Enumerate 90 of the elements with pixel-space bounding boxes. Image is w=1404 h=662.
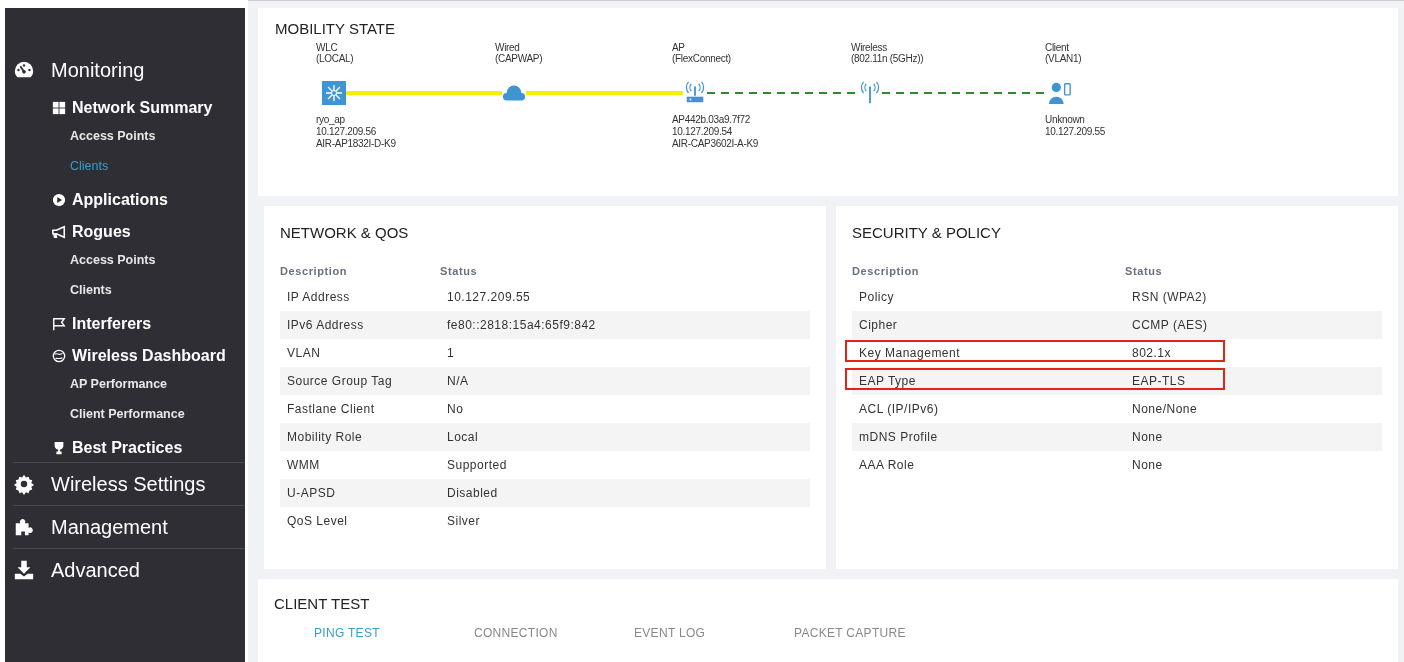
- table-cell-text: None/None: [1131, 402, 1198, 417]
- nav-link[interactable]: Access Points: [5, 122, 156, 152]
- table-cell-text: None: [1131, 430, 1163, 445]
- table-cell-text: 1: [446, 346, 455, 361]
- nav-label: Wireless Dashboard: [72, 347, 226, 365]
- table-cell-text: QoS Level: [286, 514, 348, 529]
- card-title: NETWORK & QOS: [280, 224, 410, 242]
- nav-label: Advanced: [51, 558, 140, 582]
- column-header: Status: [1125, 265, 1163, 278]
- table-cell-text: Silver: [446, 514, 480, 529]
- table-cell-text: Key Management: [858, 346, 961, 361]
- nav-item[interactable]: Management: [13, 505, 245, 548]
- nav-label: Best Practices: [72, 439, 183, 457]
- node-label: AP (FlexConnect): [672, 42, 731, 66]
- nav-link[interactable]: AP Performance: [5, 370, 168, 400]
- trophy-icon: [52, 441, 66, 455]
- tab[interactable]: CONNECTION: [474, 625, 634, 640]
- card-title: CLIENT TEST: [274, 594, 371, 612]
- table-cell-text: fe80::2818:15a4:65f9:842: [446, 318, 596, 333]
- table-cell-text: 802.1x: [1131, 346, 1172, 361]
- nav-link[interactable]: Client Performance: [5, 400, 185, 430]
- table-cell-text: CCMP (AES): [1131, 318, 1208, 333]
- nav-item[interactable]: Wireless Settings: [13, 462, 245, 505]
- puzzle-icon: [13, 516, 35, 538]
- nav-label: Interferers: [72, 315, 152, 333]
- flag-icon: [52, 317, 66, 331]
- nav-item[interactable]: Applications: [5, 186, 245, 214]
- node-label: Wired (CAPWAP): [495, 42, 543, 66]
- access-point-icon: [683, 81, 707, 105]
- table-cell-text: ACL (IP/IPv6): [858, 402, 939, 417]
- nav-label: Monitoring: [51, 58, 145, 82]
- node-label: Client (VLAN1): [1045, 42, 1082, 66]
- table-cell-text: No: [446, 402, 464, 417]
- column-header: Description: [852, 265, 920, 278]
- nav-item[interactable]: Wireless Dashboard: [5, 342, 245, 370]
- nav-item[interactable]: Monitoring: [5, 50, 245, 90]
- antenna-icon: [858, 81, 882, 105]
- nav-item[interactable]: Interferers: [5, 310, 245, 338]
- nav-link[interactable]: Access Points: [5, 246, 156, 276]
- nav-item[interactable]: Best Practices: [5, 434, 245, 462]
- node-label: WLC (LOCAL): [316, 42, 354, 66]
- megaphone-icon: [52, 225, 66, 239]
- table-cell-text: EAP-TLS: [1131, 374, 1186, 389]
- node-details: Unknown 10.127.209.55: [1045, 114, 1106, 138]
- card-title: SECURITY & POLICY: [852, 224, 1002, 242]
- user-device-icon: [1048, 81, 1072, 105]
- globe-icon: [52, 349, 66, 363]
- node-label: Wireless (802.11n (5GHz)): [851, 42, 924, 66]
- node-details: ryo_ap 10.127.209.56 AIR-AP1832I-D-K9: [316, 114, 396, 150]
- table-cell-text: U-APSD: [286, 486, 336, 501]
- nav-label: Applications: [72, 191, 168, 209]
- nav-label: Management: [51, 515, 168, 539]
- column-header: Status: [440, 265, 478, 278]
- table-cell-text: Fastlane Client: [286, 402, 375, 417]
- table-cell-text: IPv6 Address: [286, 318, 364, 333]
- card-title: MOBILITY STATE: [275, 20, 396, 37]
- nav-item[interactable]: Network Summary: [5, 94, 245, 122]
- table-cell-text: mDNS Profile: [858, 430, 938, 445]
- nav-label: Network Summary: [72, 99, 213, 117]
- play-icon: [52, 193, 66, 207]
- node-details: AP442b.03a9.7f72 10.127.209.54 AIR-CAP3602I-A-K9: [672, 114, 759, 150]
- nav-label: Rogues: [72, 223, 131, 241]
- table-cell-text: WMM: [286, 458, 320, 473]
- table-cell-text: N/A: [446, 374, 469, 389]
- table-cell-text: Supported: [446, 458, 507, 473]
- table-cell-text: RSN (WPA2): [1131, 290, 1207, 305]
- table-cell-text: Cipher: [858, 318, 898, 333]
- download-icon: [13, 559, 35, 581]
- table-cell-text: Disabled: [446, 486, 498, 501]
- table-cell-text: VLAN: [286, 346, 321, 361]
- nav-item[interactable]: Rogues: [5, 218, 245, 246]
- table-cell-text: AAA Role: [858, 458, 915, 473]
- tab[interactable]: EVENT LOG: [634, 625, 794, 640]
- table-cell-text: Source Group Tag: [286, 374, 393, 389]
- table-cell-text: None: [1131, 458, 1163, 473]
- nav-link[interactable]: Clients: [5, 152, 109, 182]
- table-cell-text: Mobility Role: [286, 430, 363, 445]
- table-cell-text: EAP Type: [858, 374, 916, 389]
- tab[interactable]: PACKET CAPTURE: [794, 625, 954, 640]
- table-cell-text: IP Address: [286, 290, 350, 305]
- gear-icon: [13, 473, 35, 495]
- switch-icon: [322, 81, 346, 105]
- nav-item[interactable]: Advanced: [13, 548, 245, 591]
- column-header: Description: [280, 265, 348, 278]
- table-cell-text: Local: [446, 430, 479, 445]
- grid-icon: [52, 101, 66, 115]
- table-cell-text: Policy: [858, 290, 894, 305]
- nav-link[interactable]: Clients: [5, 276, 112, 306]
- table-cell-text: 10.127.209.55: [446, 290, 531, 305]
- nav-label: Wireless Settings: [51, 472, 206, 496]
